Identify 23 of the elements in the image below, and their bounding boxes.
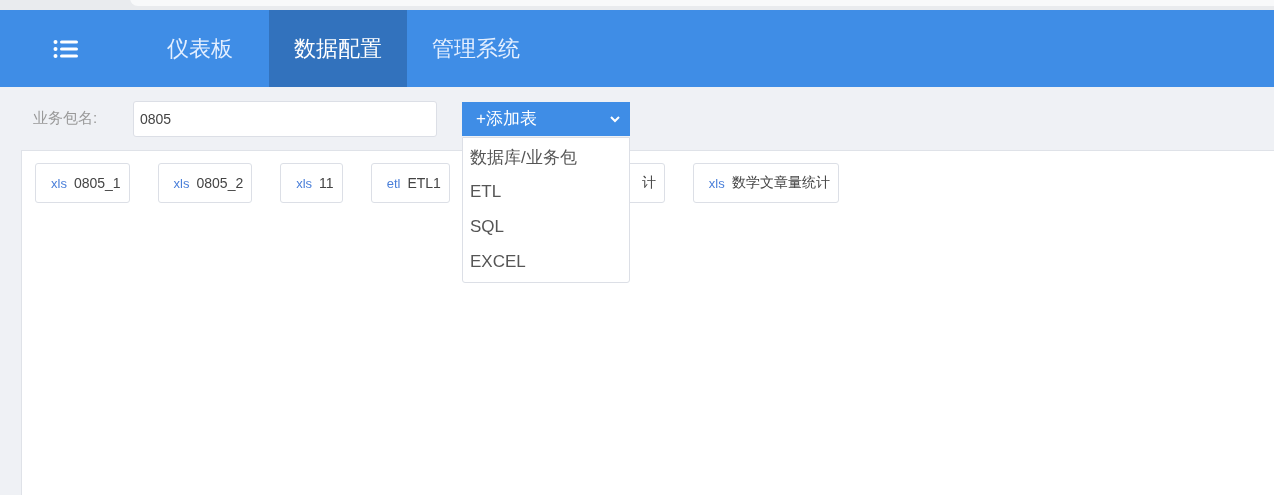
table-name: 计 [641,174,656,192]
menu-item[interactable]: EXCEL [463,244,629,280]
table-tag[interactable]: xls 11 [280,163,343,203]
table-type: xls [173,175,190,191]
table-tag[interactable]: etl ETL1 [370,163,450,203]
table-name: ETL1 [407,175,441,191]
table-tag[interactable]: xls 0805_1 [35,163,130,203]
menu-item[interactable]: ETL [463,174,629,210]
table-name: 0805_1 [73,175,121,191]
table-type: xls [296,175,313,191]
table-tag[interactable]: xls 数学文章量统计 [692,163,839,203]
nav-tab[interactable]: 数据配置 [269,10,407,87]
package-name-field[interactable]: 0805 [133,100,437,137]
table-name: 0805_2 [196,175,244,191]
table-name: 数学文章量统计 [731,174,830,192]
table-type: xls [51,175,67,191]
menu-item[interactable]: 数据库/业务包 [463,139,629,175]
table-type: xls [708,175,725,191]
menu-item[interactable]: SQL [463,209,629,245]
table-name: 11 [319,175,334,191]
table-tag[interactable]: xls 0805_2 [157,163,253,203]
table-type: etl [386,175,401,191]
field-label: 业务包名: [33,109,99,128]
